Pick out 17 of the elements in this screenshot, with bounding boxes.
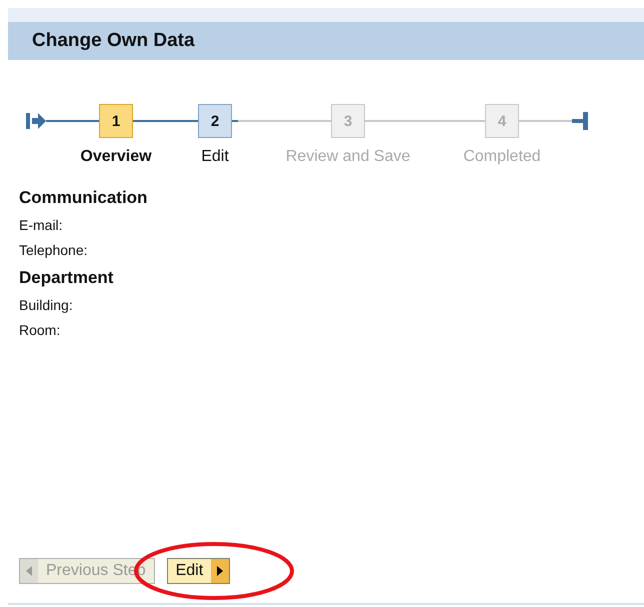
step-box[interactable]: 1 [99, 104, 133, 138]
step-button[interactable]: Edit [166, 558, 230, 584]
right-arrow-icon [217, 566, 224, 576]
step-label: Review and Save [286, 148, 410, 166]
field-label: Room: [19, 322, 60, 338]
field-label: Building: [19, 297, 73, 313]
field-label: Telephone: [19, 242, 88, 258]
section-heading: Communication [19, 188, 148, 208]
step-label: Overview [80, 148, 152, 166]
roadmap-end-icon [572, 112, 588, 130]
step-label: Edit [201, 148, 229, 166]
section-heading: Department [19, 268, 114, 288]
step-label: Completed [463, 148, 541, 166]
field-label: E-mail: [19, 217, 63, 233]
left-arrow-icon [26, 566, 32, 576]
step-box[interactable]: 2 [198, 104, 232, 138]
page-title: Change Own Data [32, 30, 195, 52]
